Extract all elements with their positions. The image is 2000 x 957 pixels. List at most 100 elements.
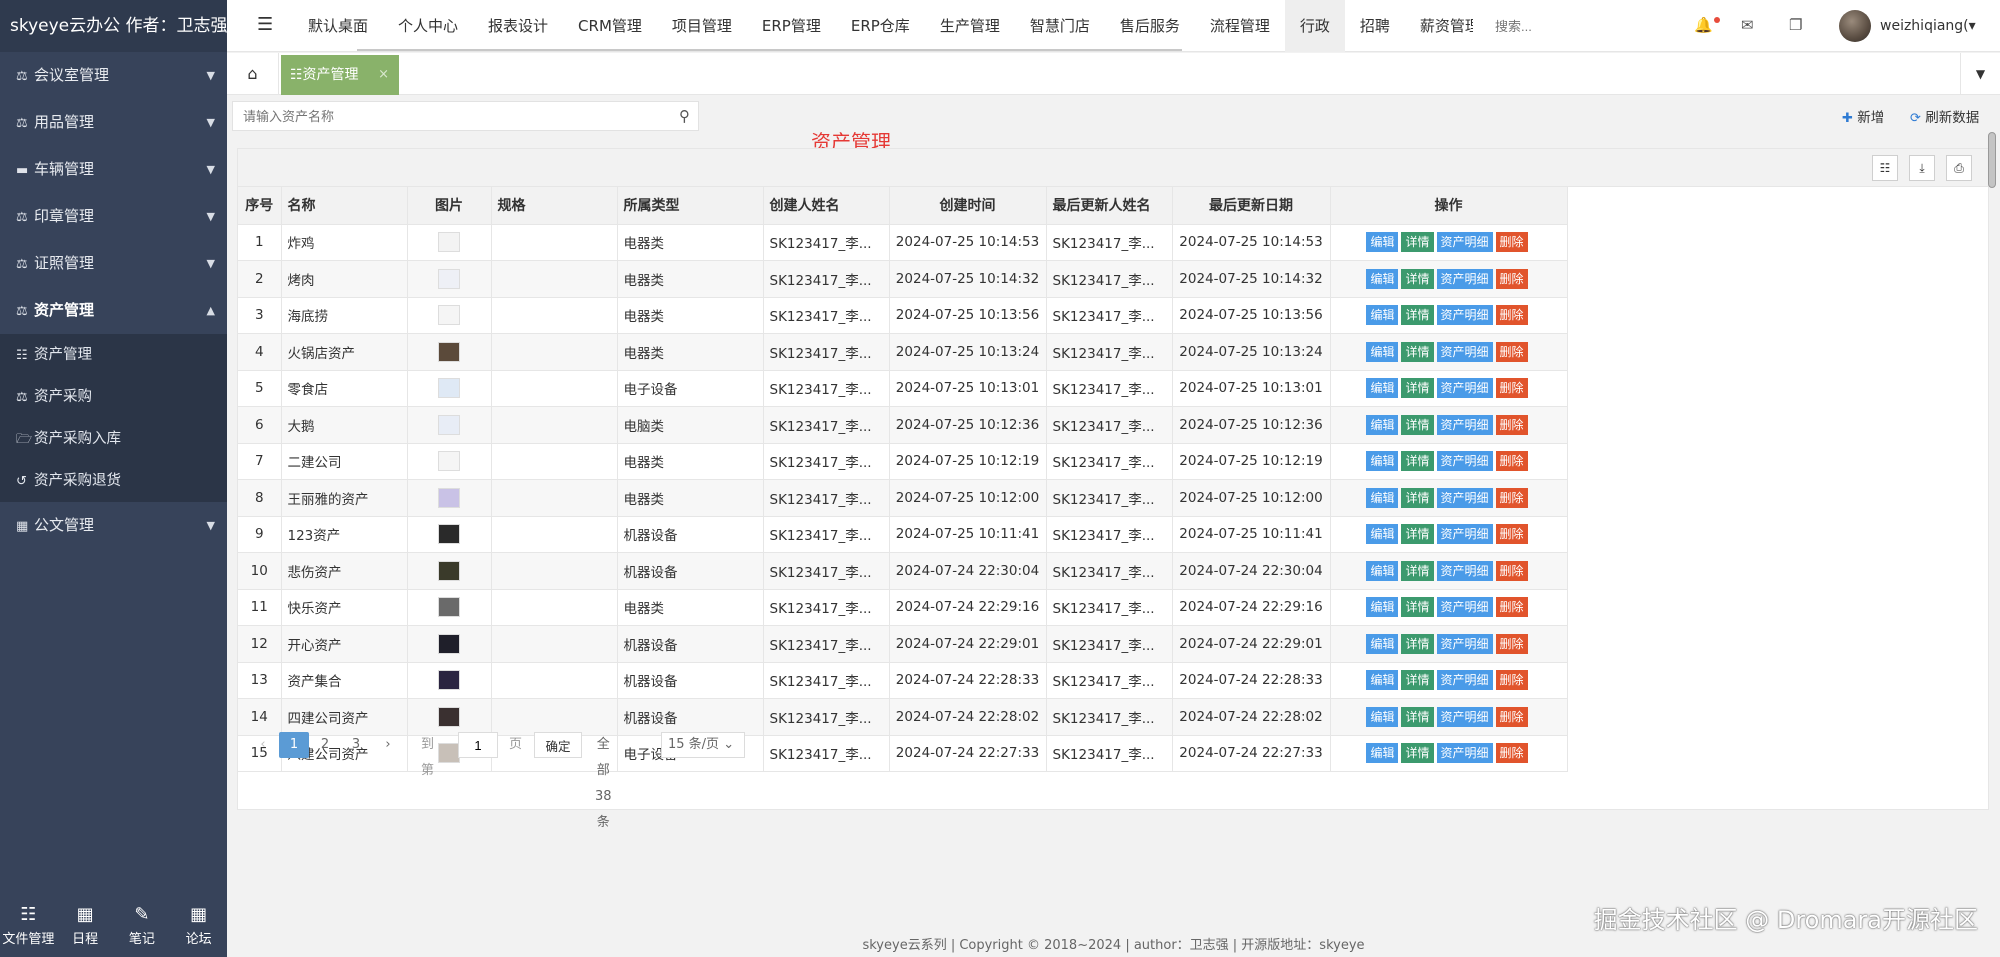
asset-thumbnail[interactable] xyxy=(438,487,460,508)
delete-button[interactable]: 删除 xyxy=(1495,414,1528,435)
delete-button[interactable]: 删除 xyxy=(1495,268,1528,289)
page-3[interactable]: 3 xyxy=(341,732,371,758)
chevron-down-icon[interactable]: ▼ xyxy=(1960,53,2000,95)
bottom-tool-3[interactable]: ▦ 论坛 xyxy=(170,899,227,957)
nav-search-input[interactable] xyxy=(1495,16,1595,36)
detail-button[interactable]: 详情 xyxy=(1401,706,1434,727)
page-size-select[interactable]: 15 条/页 ⌄ xyxy=(661,732,745,758)
asset-detail-button[interactable]: 资产明细 xyxy=(1436,706,1493,727)
edit-button[interactable]: 编辑 xyxy=(1366,670,1399,691)
delete-button[interactable]: 删除 xyxy=(1495,524,1528,545)
nav-item-8[interactable]: 智慧门店 xyxy=(1015,0,1105,52)
export-icon[interactable]: ⤓ xyxy=(1909,155,1935,181)
sidebar-item-0[interactable]: ⚖ 会议室管理 ▼ xyxy=(0,52,227,99)
prev-page-icon[interactable]: ‹ xyxy=(248,732,278,758)
search-icon[interactable]: ⚲ xyxy=(679,107,690,125)
nav-item-12[interactable]: 招聘 xyxy=(1345,0,1405,52)
asset-thumbnail[interactable] xyxy=(438,414,460,435)
sidebar-item-2[interactable]: ▬ 车辆管理 ▼ xyxy=(0,146,227,193)
sidebar-subitem-2[interactable]: 🗁 资产采购入库 xyxy=(0,418,227,460)
detail-button[interactable]: 详情 xyxy=(1401,378,1434,399)
nav-item-10[interactable]: 流程管理 xyxy=(1195,0,1285,52)
delete-button[interactable]: 删除 xyxy=(1495,341,1528,362)
sidebar-item-1[interactable]: ⚖ 用品管理 ▼ xyxy=(0,99,227,146)
home-icon[interactable]: ⌂ xyxy=(227,53,279,95)
asset-detail-button[interactable]: 资产明细 xyxy=(1436,378,1493,399)
asset-thumbnail[interactable] xyxy=(438,633,460,654)
asset-detail-button[interactable]: 资产明细 xyxy=(1436,414,1493,435)
delete-button[interactable]: 删除 xyxy=(1495,487,1528,508)
nav-item-0[interactable]: 默认桌面 xyxy=(293,0,383,52)
detail-button[interactable]: 详情 xyxy=(1401,451,1434,472)
edit-button[interactable]: 编辑 xyxy=(1366,560,1399,581)
avatar[interactable] xyxy=(1839,10,1871,42)
nav-item-3[interactable]: CRM管理 xyxy=(563,0,657,52)
edit-button[interactable]: 编辑 xyxy=(1366,706,1399,727)
sidebar-item-6[interactable]: ▦ 公文管理 ▼ xyxy=(0,502,227,549)
sidebar-subitem-3[interactable]: ↺ 资产采购退货 xyxy=(0,460,227,502)
delete-button[interactable]: 删除 xyxy=(1495,305,1528,326)
nav-item-4[interactable]: 项目管理 xyxy=(657,0,747,52)
asset-thumbnail[interactable] xyxy=(438,232,460,253)
delete-button[interactable]: 删除 xyxy=(1495,597,1528,618)
detail-button[interactable]: 详情 xyxy=(1401,670,1434,691)
sidebar-subitem-1[interactable]: ⚖ 资产采购 xyxy=(0,376,227,418)
edit-button[interactable]: 编辑 xyxy=(1366,487,1399,508)
nav-item-5[interactable]: ERP管理 xyxy=(747,0,836,52)
sidebar-subitem-0[interactable]: ☷ 资产管理 xyxy=(0,334,227,376)
confirm-button[interactable]: 确定 xyxy=(534,732,582,758)
asset-thumbnail[interactable] xyxy=(438,670,460,691)
add-button[interactable]: ✚ 新增 xyxy=(1842,106,1884,126)
asset-thumbnail[interactable] xyxy=(438,524,460,545)
asset-detail-button[interactable]: 资产明细 xyxy=(1436,232,1493,253)
sidebar-item-5[interactable]: ⚖ 资产管理 ▲ xyxy=(0,287,227,334)
asset-detail-button[interactable]: 资产明细 xyxy=(1436,743,1493,764)
asset-detail-button[interactable]: 资产明细 xyxy=(1436,670,1493,691)
asset-detail-button[interactable]: 资产明细 xyxy=(1436,560,1493,581)
nav-scroll-indicator[interactable] xyxy=(357,49,1182,51)
asset-detail-button[interactable]: 资产明细 xyxy=(1436,633,1493,654)
goto-page-input[interactable] xyxy=(458,732,498,758)
edit-button[interactable]: 编辑 xyxy=(1366,451,1399,472)
asset-detail-button[interactable]: 资产明细 xyxy=(1436,341,1493,362)
print-icon[interactable]: ⎙ xyxy=(1946,155,1972,181)
asset-thumbnail[interactable] xyxy=(438,305,460,326)
detail-button[interactable]: 详情 xyxy=(1401,524,1434,545)
nav-item-7[interactable]: 生产管理 xyxy=(925,0,1015,52)
asset-thumbnail[interactable] xyxy=(438,560,460,581)
edit-button[interactable]: 编辑 xyxy=(1366,743,1399,764)
nav-item-1[interactable]: 个人中心 xyxy=(383,0,473,52)
asset-search-input[interactable] xyxy=(233,102,653,130)
edit-button[interactable]: 编辑 xyxy=(1366,341,1399,362)
page-scrollbar[interactable] xyxy=(1988,132,1996,188)
delete-button[interactable]: 删除 xyxy=(1495,670,1528,691)
asset-detail-button[interactable]: 资产明细 xyxy=(1436,268,1493,289)
delete-button[interactable]: 删除 xyxy=(1495,706,1528,727)
asset-thumbnail[interactable] xyxy=(438,378,460,399)
page-1[interactable]: 1 xyxy=(279,732,309,758)
delete-button[interactable]: 删除 xyxy=(1495,378,1528,399)
edit-button[interactable]: 编辑 xyxy=(1366,597,1399,618)
nav-item-13[interactable]: 薪资管理 xyxy=(1405,0,1473,52)
refresh-button[interactable]: ⟳ 刷新数据 xyxy=(1910,106,1979,126)
edit-button[interactable]: 编辑 xyxy=(1366,378,1399,399)
delete-button[interactable]: 删除 xyxy=(1495,743,1528,764)
asset-detail-button[interactable]: 资产明细 xyxy=(1436,487,1493,508)
nav-item-9[interactable]: 售后服务 xyxy=(1105,0,1195,52)
edit-button[interactable]: 编辑 xyxy=(1366,232,1399,253)
menu-toggle-icon[interactable]: ☰ xyxy=(257,14,273,35)
columns-icon[interactable]: ☷ xyxy=(1872,155,1898,181)
window-icon[interactable]: ❐ xyxy=(1789,16,1802,34)
detail-button[interactable]: 详情 xyxy=(1401,341,1434,362)
message-icon[interactable]: ✉ xyxy=(1741,16,1754,34)
next-page-icon[interactable]: › xyxy=(373,732,403,758)
detail-button[interactable]: 详情 xyxy=(1401,268,1434,289)
detail-button[interactable]: 详情 xyxy=(1401,487,1434,508)
delete-button[interactable]: 删除 xyxy=(1495,560,1528,581)
detail-button[interactable]: 详情 xyxy=(1401,633,1434,654)
delete-button[interactable]: 删除 xyxy=(1495,451,1528,472)
asset-thumbnail[interactable] xyxy=(438,451,460,472)
detail-button[interactable]: 详情 xyxy=(1401,232,1434,253)
detail-button[interactable]: 详情 xyxy=(1401,743,1434,764)
asset-thumbnail[interactable] xyxy=(438,706,460,727)
